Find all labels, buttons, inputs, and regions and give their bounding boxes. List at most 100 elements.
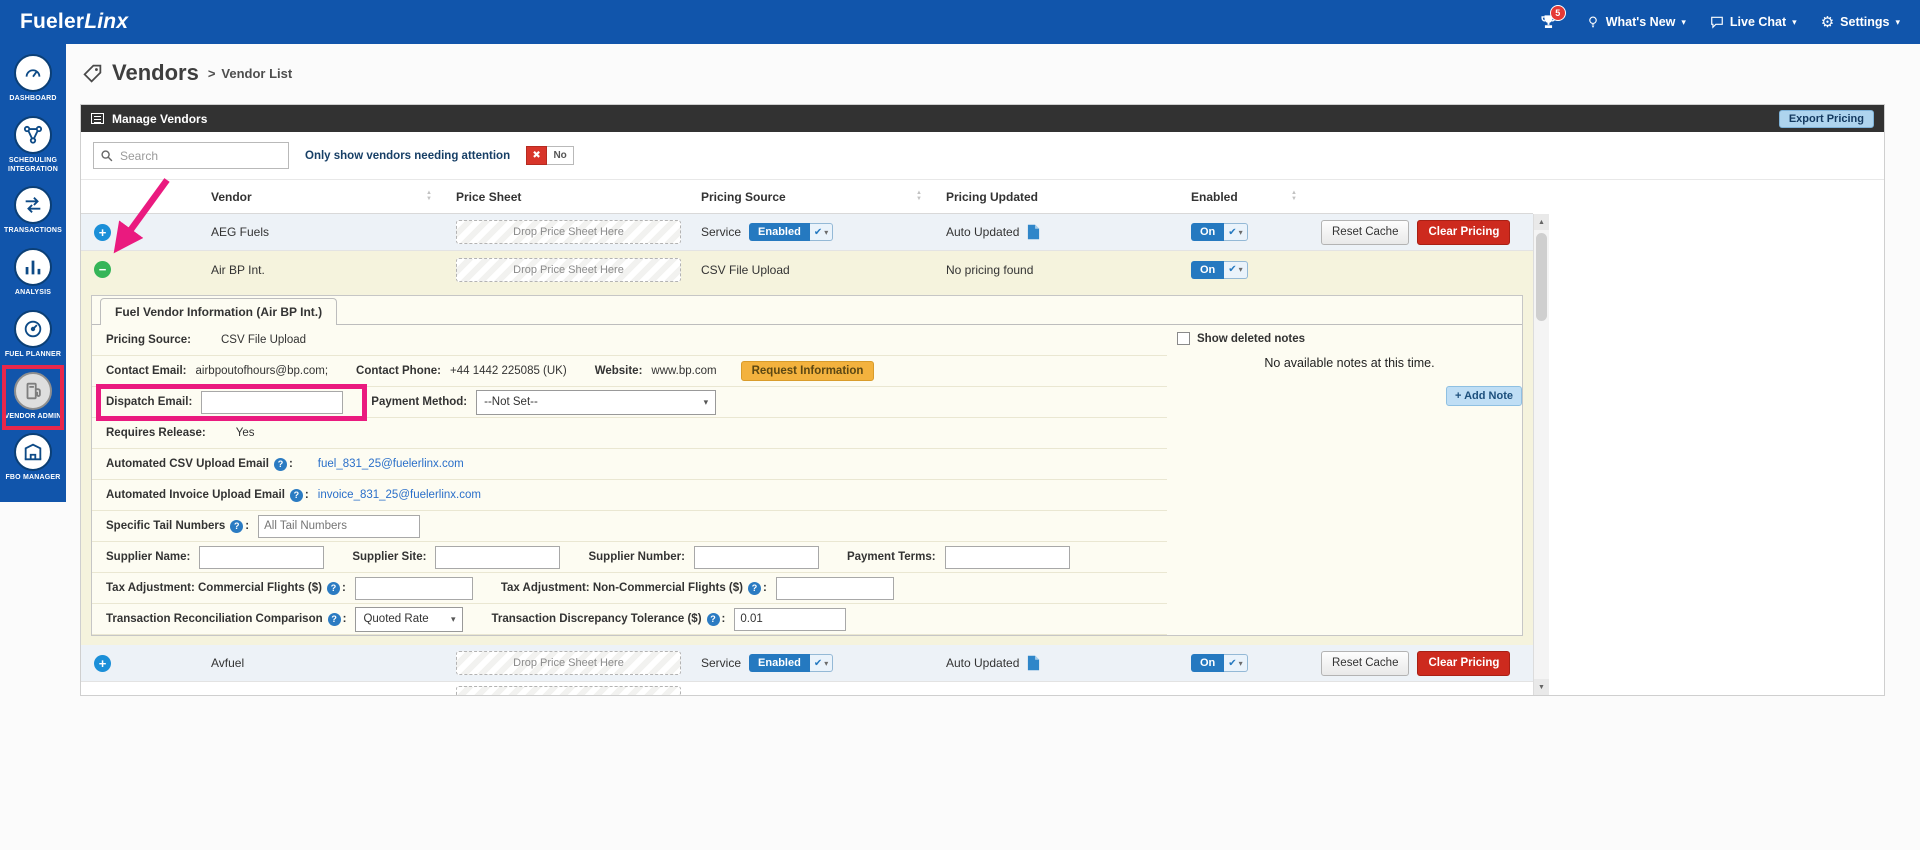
add-note-button[interactable]: + Add Note <box>1446 386 1522 406</box>
fuelerlinx-logo[interactable]: FuelerLinx <box>20 10 128 34</box>
fuel-planner-icon <box>14 309 52 348</box>
close-icon[interactable]: ✖ <box>526 146 548 165</box>
enabled-toggle[interactable]: On ✔ ▾ <box>1191 260 1248 279</box>
sidebar-item-analysis[interactable]: ANALYSIS <box>0 245 66 301</box>
payment-terms-input[interactable] <box>944 545 1070 569</box>
supplier-number-input[interactable] <box>693 545 819 569</box>
settings-menu[interactable]: ⚙ Settings ▾ <box>1821 15 1900 30</box>
payment-method-select[interactable]: --Not Set-- ▾ <box>476 389 717 415</box>
chevron-down-icon: ▾ <box>824 227 829 237</box>
export-pricing-button[interactable]: Export Pricing <box>1778 109 1874 128</box>
page-title: Vendors <box>112 60 199 85</box>
scroll-down-button[interactable]: ▼ <box>1534 679 1549 695</box>
enabled-toggle[interactable]: On ✔ ▾ <box>1191 223 1248 241</box>
reconciliation-select[interactable]: Quoted Rate ▾ <box>355 606 464 632</box>
table-scrollbar[interactable]: ▲ ▼ <box>1533 214 1549 695</box>
enabled-toggle[interactable]: On ✔ ▾ <box>1191 654 1248 672</box>
live-chat-menu[interactable]: Live Chat ▾ <box>1710 15 1797 29</box>
price-sheet-dropzone[interactable]: Drop Price Sheet Here <box>456 651 681 675</box>
help-icon[interactable]: ? <box>327 612 341 626</box>
collapse-row-button[interactable]: − <box>94 261 111 278</box>
sort-icon[interactable]: ▲ ▼ <box>916 190 922 202</box>
enabled-check-dropdown[interactable]: ✔ ▾ <box>1224 223 1248 241</box>
reset-cache-button[interactable]: Reset Cache <box>1321 219 1410 245</box>
help-icon[interactable]: ? <box>706 612 720 626</box>
contact-email-label: Contact Email: <box>106 365 187 377</box>
whats-new-menu[interactable]: What's New ▾ <box>1586 15 1686 29</box>
manage-vendors-panel: Manage Vendors Export Pricing Only show … <box>80 104 1885 696</box>
pricing-source-enabled-dropdown[interactable]: Enabled ✔ ▾ <box>749 654 834 672</box>
table-row-air-bp[interactable]: − Air BP Int. Drop Price Sheet Here CSV … <box>81 251 1533 288</box>
pricing-source-value: Service <box>701 656 742 670</box>
supplier-name-label: Supplier Name: <box>106 551 191 563</box>
app-root: FuelerLinx 5 What's New ▾ Live Chat ▾ ⚙ … <box>0 0 1920 850</box>
settings-label: Settings <box>1840 15 1890 29</box>
notifications-button[interactable]: 5 <box>1539 4 1566 32</box>
supplier-name-input[interactable] <box>199 545 325 569</box>
header-vendor[interactable]: Vendor ▲ ▼ <box>201 190 446 204</box>
table-row-avfuel[interactable]: + Avfuel Drop Price Sheet Here Service E… <box>81 645 1533 682</box>
chevron-down-icon: ▾ <box>1895 16 1900 27</box>
table-row-partial[interactable] <box>81 682 1533 695</box>
sidebar-item-fuel-planner[interactable]: FUEL PLANNER <box>0 307 66 363</box>
price-file-icon[interactable] <box>1027 224 1040 240</box>
attention-filter-value[interactable]: No <box>547 146 575 165</box>
supplier-site-input[interactable] <box>435 545 561 569</box>
header-pricing-source[interactable]: Pricing Source ▲ ▼ <box>691 190 936 204</box>
tax-commercial-input[interactable] <box>354 576 473 600</box>
chevron-down-icon: ▾ <box>703 396 709 407</box>
sort-icon[interactable]: ▲ ▼ <box>426 190 432 202</box>
sidebar-item-fbo-manager[interactable]: FBO MANAGER <box>0 430 66 486</box>
tail-numbers-input[interactable] <box>258 514 421 538</box>
clear-pricing-button[interactable]: Clear Pricing <box>1417 219 1511 245</box>
help-icon[interactable]: ? <box>273 457 287 471</box>
expanded-row-container: Fuel Vendor Information (Air BP Int.) Pr… <box>81 288 1533 645</box>
sidebar-item-dashboard[interactable]: DASHBOARD <box>0 51 66 107</box>
live-chat-label: Live Chat <box>1729 15 1787 29</box>
header-enabled[interactable]: Enabled ▲ ▼ <box>1181 190 1311 204</box>
brand-bold: Fueler <box>20 10 85 33</box>
analysis-icon <box>14 248 52 286</box>
pricing-source-enabled-dropdown[interactable]: Enabled ✔ ▾ <box>749 223 834 241</box>
show-deleted-notes-checkbox[interactable] <box>1177 332 1190 345</box>
sidebar-item-scheduling-integration[interactable]: SCHEDULING INTEGRATION <box>0 113 66 178</box>
expand-row-button[interactable]: + <box>94 223 111 241</box>
whats-new-label: What's New <box>1605 15 1676 29</box>
enabled-check-dropdown[interactable]: ✔ ▾ <box>1224 260 1248 279</box>
auto-csv-email-link[interactable]: fuel_831_25@fuelerlinx.com <box>318 458 464 470</box>
price-file-icon[interactable] <box>1027 655 1040 671</box>
dispatch-email-input[interactable] <box>201 390 344 414</box>
price-sheet-dropzone[interactable]: Drop Price Sheet Here <box>456 257 681 282</box>
sidebar-item-vendor-admin[interactable]: VENDOR ADMIN <box>0 364 66 431</box>
request-information-button[interactable]: Request Information <box>740 361 875 381</box>
attention-filter-toggle[interactable]: ✖ No <box>526 146 575 165</box>
enabled-check-dropdown[interactable]: ✔ ▾ <box>1224 654 1248 672</box>
auto-invoice-email-link[interactable]: invoice_831_25@fuelerlinx.com <box>318 489 481 501</box>
fbo-manager-icon <box>14 433 52 472</box>
help-icon[interactable]: ? <box>326 581 340 595</box>
table-row-aeg-fuels[interactable]: + AEG Fuels Drop Price Sheet Here Servic… <box>81 214 1533 251</box>
tolerance-input[interactable] <box>734 607 847 631</box>
expand-row-button[interactable]: + <box>94 654 111 672</box>
scroll-thumb[interactable] <box>1536 233 1547 321</box>
clear-pricing-button[interactable]: Clear Pricing <box>1417 650 1511 676</box>
pricing-updated-value: Auto Updated <box>946 656 1020 670</box>
price-sheet-dropzone[interactable]: Drop Price Sheet Here <box>456 220 681 244</box>
tax-non-commercial-input[interactable] <box>775 576 894 600</box>
reset-cache-button[interactable]: Reset Cache <box>1321 650 1410 676</box>
help-icon[interactable]: ? <box>289 488 303 502</box>
search-input[interactable] <box>120 148 288 163</box>
enabled-check-dropdown[interactable]: ✔ ▾ <box>809 654 834 672</box>
sidebar-item-transactions[interactable]: TRANSACTIONS <box>0 183 66 239</box>
help-icon[interactable]: ? <box>748 581 761 595</box>
vendor-search[interactable] <box>93 142 289 169</box>
sort-icon[interactable]: ▲ ▼ <box>1291 190 1297 202</box>
enabled-badge: Enabled <box>749 654 810 672</box>
panel-header: Manage Vendors Export Pricing <box>81 105 1884 132</box>
enabled-check-dropdown[interactable]: ✔ ▾ <box>809 223 834 241</box>
tab-fuel-vendor-information[interactable]: Fuel Vendor Information (Air BP Int.) <box>100 298 338 325</box>
price-sheet-dropzone[interactable] <box>456 686 681 695</box>
tax-non-commercial-label: Tax Adjustment: Non-Commercial Flights (… <box>500 582 743 594</box>
help-icon[interactable]: ? <box>230 519 244 533</box>
scroll-up-button[interactable]: ▲ <box>1534 214 1549 230</box>
